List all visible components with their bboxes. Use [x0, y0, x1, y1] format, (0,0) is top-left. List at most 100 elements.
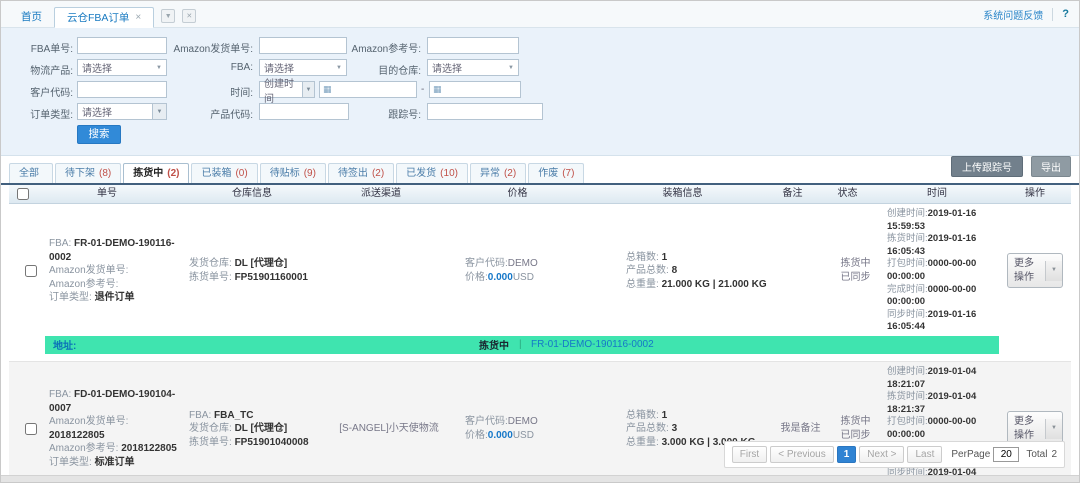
- address-label: 地址:: [53, 337, 76, 352]
- status-tab-label: 作废: [538, 164, 558, 183]
- customer-code-label: 客户代码:: [465, 258, 508, 269]
- amazon-ref-input[interactable]: [427, 37, 519, 54]
- ship-warehouse-value: DL [代理仓]: [235, 258, 288, 269]
- order-type-label: 订单类型:: [49, 292, 92, 303]
- time-cell: 创建时间:2019-01-16 15:59:53 拣货时间:2019-01-16…: [883, 208, 1007, 334]
- remark-cell: [773, 208, 828, 334]
- status-tab-pending-removal[interactable]: 待下架(8): [55, 163, 121, 183]
- fba-select[interactable]: 请选择 ▼: [259, 59, 347, 76]
- fba-label: FBA:: [49, 389, 71, 400]
- status-tab-label: 已发货: [406, 164, 436, 183]
- select-all-cell: [9, 185, 37, 203]
- product-code-input[interactable]: [259, 103, 349, 120]
- order-type-value: 退件订单: [95, 292, 135, 303]
- products-value: 8: [672, 265, 678, 276]
- export-button[interactable]: 导出: [1031, 156, 1071, 177]
- tab-fba-orders-label: 云仓FBA订单: [67, 8, 129, 28]
- status-tab-voided[interactable]: 作废 (7): [528, 163, 584, 183]
- select-all-checkbox[interactable]: [17, 188, 29, 200]
- divider: [1052, 8, 1053, 21]
- amazon-ship-input[interactable]: [259, 37, 347, 54]
- tabbar-right: 系统问题反馈 ?: [983, 1, 1071, 27]
- row-checkbox[interactable]: [25, 265, 37, 277]
- status-tab-count: (9): [304, 164, 316, 183]
- close-tab-icon[interactable]: ×: [135, 8, 141, 28]
- upload-tracking-button[interactable]: 上传跟踪号: [951, 156, 1023, 177]
- customer-code-label: 客户代码:: [465, 416, 508, 427]
- order-number-link[interactable]: FR-01-DEMO-190116-0002: [531, 339, 654, 350]
- pick-no-value: FP51901040008: [235, 437, 309, 448]
- current-page-button[interactable]: 1: [837, 446, 857, 463]
- address-status-bar: 地址: 拣货中 | FR-01-DEMO-190116-0002: [45, 336, 999, 354]
- status-tab-count: (8): [99, 164, 111, 183]
- fba-select-label: FBA:: [149, 62, 253, 73]
- status-tab-pending-checkout[interactable]: 待签出(2): [328, 163, 394, 183]
- packing-cell: 总箱数: 1 产品总数: 8 总重量: 21.000 KG | 21.000 K…: [608, 208, 773, 334]
- amazon-ship-number: 2018122805: [49, 430, 105, 441]
- amazon-ship-label: Amazon发货单号:: [149, 40, 253, 55]
- sync-time-label: 同步时间:: [887, 309, 928, 320]
- filter-row-3: 客户代码: 时间: 创建时间 ▼ ▦ - ▦: [9, 79, 1079, 101]
- tracking-no-input[interactable]: [427, 103, 543, 120]
- date-to-input[interactable]: ▦: [429, 81, 521, 98]
- first-page-button[interactable]: First: [732, 446, 767, 463]
- fba-select-value: 请选择: [264, 60, 294, 75]
- status-tab-all[interactable]: 全部: [9, 163, 53, 183]
- packing-time-label: 打包时间:: [887, 258, 928, 269]
- status-tab-pending-label[interactable]: 待贴标(9): [260, 163, 326, 183]
- price-currency: USD: [513, 430, 534, 441]
- products-label: 产品总数:: [626, 265, 669, 276]
- dest-warehouse-select[interactable]: 请选择 ▼: [427, 59, 519, 76]
- next-page-button[interactable]: Next >: [859, 446, 904, 463]
- table-row: FBA: FR-01-DEMO-190116-0002 Amazon发货单号: …: [9, 204, 1071, 362]
- amazon-ship-label: Amazon发货单号:: [49, 416, 128, 427]
- per-page-input[interactable]: [993, 447, 1019, 462]
- ship-warehouse-label: 发货仓库:: [189, 258, 232, 269]
- divider: |: [519, 339, 522, 350]
- close-icon: ✕: [186, 12, 192, 20]
- total-label: Total: [1026, 449, 1047, 460]
- col-status: 状态: [820, 185, 875, 203]
- close-all-tabs-button[interactable]: ✕: [182, 9, 196, 23]
- filter-row-1: FBA单号: Amazon发货单号: Amazon参考号:: [9, 35, 1079, 57]
- date-from-input[interactable]: ▦: [319, 81, 417, 98]
- chevron-down-icon: ▼: [1045, 261, 1062, 281]
- status-tab-abnormal[interactable]: 异常(2): [470, 163, 526, 183]
- pick-no-label: 拣货单号:: [189, 437, 232, 448]
- status-tab-count: (10): [440, 164, 458, 183]
- order-type-label: 订单类型:: [49, 457, 92, 468]
- status-tab-count: (7): [562, 164, 574, 183]
- search-button[interactable]: 搜索: [77, 125, 121, 144]
- status-line1: 拣货中: [841, 257, 871, 271]
- last-page-button[interactable]: Last: [907, 446, 942, 463]
- window-tab-bar: 首页 云仓FBA订单 × ▼ ✕ 系统问题反馈 ?: [1, 1, 1079, 28]
- status-tab-packed[interactable]: 已装箱(0): [191, 163, 257, 183]
- time-type-value: 创建时间: [260, 75, 302, 105]
- status-tab-picking[interactable]: 拣货中(2): [123, 163, 189, 183]
- tab-home-label: 首页: [21, 7, 42, 27]
- row-select-cell: [17, 366, 45, 483]
- row-select-cell: [17, 208, 45, 334]
- tab-fba-orders[interactable]: 云仓FBA订单 ×: [54, 7, 154, 28]
- action-cell: 更多操作 ▼: [1007, 208, 1063, 334]
- status-tab-label: 异常: [480, 164, 500, 183]
- row-checkbox[interactable]: [25, 423, 37, 435]
- boxes-value: 1: [662, 410, 668, 421]
- chevron-down-icon: ▼: [302, 82, 314, 97]
- ship-warehouse-value: DL [代理仓]: [235, 423, 288, 434]
- previous-page-button[interactable]: < Previous: [770, 446, 834, 463]
- help-button[interactable]: ?: [1062, 8, 1071, 20]
- feedback-link[interactable]: 系统问题反馈: [983, 7, 1043, 22]
- picking-time-label: 拣货时间:: [887, 233, 928, 244]
- fba-no-label: FBA单号:: [9, 40, 73, 55]
- amazon-ref-label: Amazon参考号:: [337, 40, 421, 55]
- tab-home[interactable]: 首页: [9, 6, 54, 27]
- weight-label: 总重量:: [626, 437, 659, 448]
- time-type-select[interactable]: 创建时间 ▼: [259, 81, 315, 98]
- status-tab-shipped[interactable]: 已发货(10): [396, 163, 468, 183]
- status-cell: 拣货中 已同步: [828, 208, 883, 334]
- app-window: 首页 云仓FBA订单 × ▼ ✕ 系统问题反馈 ? FBA单号: Amazon发…: [0, 0, 1080, 483]
- channel-cell: [S-ANGEL]小天使物流: [335, 366, 443, 483]
- more-actions-button[interactable]: 更多操作 ▼: [1007, 253, 1063, 288]
- tab-list-button[interactable]: ▼: [161, 9, 175, 23]
